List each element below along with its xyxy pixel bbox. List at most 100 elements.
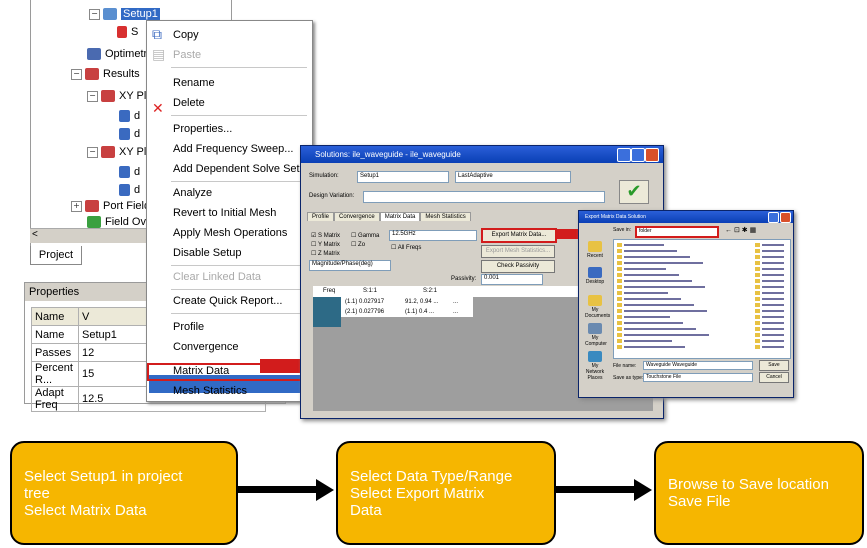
menu-item-add-dependent-setup[interactable]: Add Dependent Solve Setup (173, 163, 312, 175)
file-row[interactable] (624, 346, 685, 348)
file-row[interactable] (762, 256, 784, 258)
sidebar-desktop[interactable]: Desktop (585, 267, 605, 285)
simulation-select[interactable]: Setup1 (357, 171, 449, 183)
close-icon[interactable] (780, 212, 791, 223)
file-name-input[interactable]: Waveguide Waveguide (643, 361, 753, 370)
menu-item-analyze[interactable]: Analyze (173, 187, 212, 199)
file-row[interactable] (624, 250, 677, 252)
menu-item-disable-setup[interactable]: Disable Setup (173, 247, 242, 259)
collapse-icon[interactable]: − (71, 68, 82, 80)
file-row[interactable] (762, 250, 784, 252)
export-mesh-statistics-button[interactable]: Export Mesh Statistics... (481, 245, 555, 258)
file-row[interactable] (762, 334, 784, 336)
grid-row[interactable]: (1.1) 0.027917 91.2, 0.94 ... ... (313, 297, 473, 307)
file-row[interactable] (624, 292, 668, 294)
tree-item-port-field[interactable]: + Port Field (71, 200, 150, 212)
file-row[interactable] (624, 334, 709, 336)
tree-item-xy-plot-2[interactable]: − XY Pl (87, 146, 146, 158)
tree-item-xy-plot-1[interactable]: − XY Pl (87, 90, 146, 102)
menu-item-add-frequency-sweep[interactable]: Add Frequency Sweep... (173, 143, 293, 155)
file-row[interactable] (762, 286, 784, 288)
nav-toolbar-icons[interactable]: ← ⊡ ✱ ▦ (725, 226, 756, 234)
file-row[interactable] (762, 328, 784, 330)
collapse-icon[interactable]: − (87, 90, 98, 102)
checkbox-zo[interactable]: ☐ Zo (351, 241, 365, 248)
format-select[interactable]: Magnitude/Phase(deg) (309, 260, 391, 271)
file-list[interactable] (613, 239, 791, 359)
file-row[interactable] (762, 262, 784, 264)
sidebar-network[interactable]: My Network Places (585, 351, 605, 381)
file-row[interactable] (762, 298, 784, 300)
collapse-icon[interactable]: − (87, 146, 98, 158)
tab-project[interactable]: Project (30, 246, 82, 265)
file-row[interactable] (624, 256, 690, 258)
file-row[interactable] (624, 262, 703, 264)
cancel-button[interactable]: Cancel (759, 372, 789, 383)
file-row[interactable] (762, 280, 784, 282)
file-row[interactable] (624, 274, 679, 276)
file-row[interactable] (624, 298, 681, 300)
file-row[interactable] (762, 316, 784, 318)
menu-item-properties[interactable]: Properties... (173, 123, 232, 135)
menu-item-profile[interactable]: Profile (173, 321, 204, 333)
tree-item-trace[interactable]: d (119, 110, 140, 122)
checkbox-gamma[interactable]: ☐ Gamma (351, 232, 379, 239)
file-row[interactable] (762, 292, 784, 294)
file-row[interactable] (624, 316, 670, 318)
sidebar-computer[interactable]: My Computer (585, 323, 607, 347)
tree-item-sweep[interactable]: S (117, 26, 138, 38)
file-row[interactable] (624, 340, 672, 342)
sweep-select[interactable]: LastAdaptive (455, 171, 571, 183)
sidebar-documents[interactable]: My Documents (585, 295, 610, 319)
help-icon[interactable] (768, 212, 779, 223)
file-row[interactable] (624, 244, 664, 246)
file-row[interactable] (624, 328, 696, 330)
checkbox-all-freqs[interactable]: ☐ All Freqs (391, 244, 421, 251)
check-passivity-button[interactable]: Check Passivity (481, 260, 555, 273)
minimize-icon[interactable] (617, 148, 631, 162)
export-matrix-data-button[interactable]: Export Matrix Data... (481, 228, 557, 243)
file-row[interactable] (624, 322, 683, 324)
tab-mesh-statistics[interactable]: Mesh Statistics (420, 212, 471, 221)
expand-icon[interactable]: + (71, 200, 82, 212)
tree-item-setup1[interactable]: − Setup1 (89, 8, 160, 20)
file-row[interactable] (762, 274, 784, 276)
file-row[interactable] (762, 310, 784, 312)
menu-item-clear-linked-data[interactable]: Clear Linked Data (173, 271, 261, 283)
file-row[interactable] (624, 310, 707, 312)
menu-item-create-quick-report[interactable]: Create Quick Report... (173, 295, 282, 307)
menu-item-mesh-statistics[interactable]: Mesh Statistics (173, 385, 247, 397)
tab-profile[interactable]: Profile (307, 212, 335, 221)
tree-item-optimetrics[interactable]: Optimetric (87, 48, 155, 60)
collapse-icon[interactable]: − (89, 8, 100, 20)
tree-item-results[interactable]: − Results (71, 68, 140, 80)
file-row[interactable] (762, 304, 784, 306)
file-row[interactable] (624, 286, 705, 288)
tree-item-trace[interactable]: d (119, 166, 140, 178)
menu-item-matrix-data[interactable]: Matrix Data (173, 365, 229, 377)
file-row[interactable] (624, 304, 694, 306)
checkbox-s-matrix[interactable]: ☑ S Matrix (311, 232, 340, 239)
file-row[interactable] (762, 268, 784, 270)
menu-item-convergence[interactable]: Convergence (173, 341, 238, 353)
menu-item-apply-mesh-ops[interactable]: Apply Mesh Operations (173, 227, 287, 239)
menu-item-delete[interactable]: Delete (173, 97, 205, 109)
checkbox-z-matrix[interactable]: ☐ Z Matrix (311, 250, 340, 257)
file-row[interactable] (762, 322, 784, 324)
tree-item-trace[interactable]: d (119, 184, 140, 196)
file-row[interactable] (624, 280, 692, 282)
file-row[interactable] (762, 340, 784, 342)
menu-item-rename[interactable]: Rename (173, 77, 215, 89)
design-variation-field[interactable] (363, 191, 605, 203)
menu-item-paste[interactable]: Paste (173, 49, 201, 61)
grid-row[interactable]: (2.1) 0.027796 (1.1) 0.4 ... ... (313, 307, 473, 317)
tab-convergence[interactable]: Convergence (334, 212, 380, 221)
checkmark-icon[interactable]: ✔ (619, 180, 649, 204)
file-row[interactable] (762, 244, 784, 246)
save-in-select[interactable]: folder (635, 226, 719, 238)
sidebar-recent[interactable]: Recent (585, 241, 605, 259)
tree-item-trace[interactable]: d (119, 128, 140, 140)
tree-item-field-overlays[interactable]: Field Ove (87, 216, 152, 228)
menu-item-revert-mesh[interactable]: Revert to Initial Mesh (173, 207, 276, 219)
save-button[interactable]: Save (759, 360, 789, 371)
